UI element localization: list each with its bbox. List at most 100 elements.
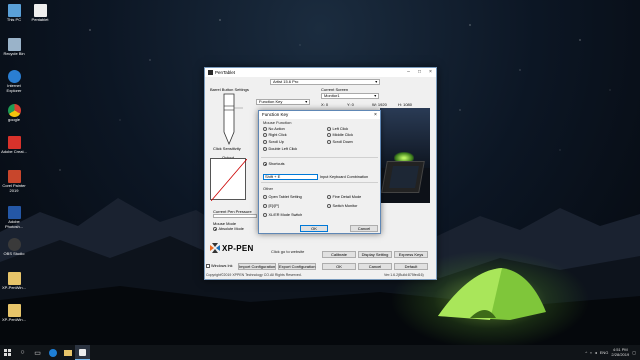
clock[interactable]: 4:51 PM 2/28/2019 [611,347,629,357]
input-keyboard-hint: Input Keyboard Combination [320,175,369,179]
task-view-icon[interactable]: ▭ [30,345,45,360]
chrome-icon [7,104,21,117]
desktop-icon-adobe-creative[interactable]: Adobe Creat... [0,136,28,155]
close-icon[interactable]: × [425,68,436,77]
minimize-icon[interactable]: – [403,68,414,77]
desktop-icon-google[interactable]: google [0,104,28,123]
absolute-mode-radio[interactable]: Absolute Mode [213,227,244,231]
option-middle-click[interactable]: Middle Click [327,133,353,137]
default-button[interactable]: Default [394,263,428,270]
chevron-down-icon: ▼ [374,80,378,84]
dialog-ok-button[interactable]: OK [300,225,328,232]
website-link[interactable]: Click go to website [271,249,304,254]
desktop-icon-this-pc[interactable]: This PC [0,4,28,23]
click-sensitivity-label: Click Sensitivity [213,146,241,151]
computer-icon [7,4,21,17]
pentablet-taskbar-icon[interactable] [75,345,90,360]
express-keys-button[interactable]: Express Keys [394,251,428,258]
dialog-cancel-button[interactable]: Cancel [350,225,378,232]
radio-button [327,133,331,137]
notifications-icon[interactable]: ▢ [632,350,636,355]
taskbar: ○ ▭ ^ ▪ ◂ ENG 4:51 PM 2/28/2019 ▢ [0,345,640,360]
option-no-action[interactable]: No Action [263,127,285,131]
calibrate-button[interactable]: Calibrate [322,251,356,258]
x-coordinate: X: 0 [321,102,329,107]
option-scroll-down[interactable]: Scroll Down [327,140,353,144]
adobe-icon [7,136,21,149]
radio-button [263,147,267,151]
option-open-tablet-setting[interactable]: Open Tablet Setting [263,195,302,199]
chevron-down-icon: ▼ [373,94,377,98]
shortcut-input[interactable]: Shift + E [263,174,318,180]
network-icon[interactable]: ▪ [590,350,591,355]
monitor-select[interactable]: Monitor1 ▼ [321,93,379,99]
desktop-icon-internet-explorer[interactable]: Internet Explorer [0,70,28,93]
edge-icon[interactable] [45,345,60,360]
show-hidden-icons-icon[interactable]: ^ [585,350,587,355]
tablet-illustration [381,161,425,193]
import-configuration-button[interactable]: Import Configuration [238,263,276,270]
copyright-text: Copyright©2019 XPPEN Technology CO.All R… [206,273,302,277]
radio-button [327,195,331,199]
desktop-icon-recycle-bin[interactable]: Recycle Bin [0,38,28,57]
option-fine-detail-mode[interactable]: Fine Detail Mode [327,195,361,199]
dialog-titlebar[interactable]: Function Key [259,111,380,119]
radio-button [327,204,331,208]
radio-button [263,204,267,208]
photoshop-icon [7,206,21,219]
pentablet-app-icon [208,70,213,75]
chevron-down-icon: ▼ [304,100,308,104]
height-value: H: 1080 [398,102,413,107]
display-setting-button[interactable]: Display Setting [358,251,392,258]
export-configuration-button[interactable]: Export Configuration [278,263,316,270]
radio-button [327,127,331,131]
option-mode-switch[interactable]: XL/ER Mode Switch [263,213,302,217]
option-shortcuts[interactable]: Shortcuts [263,162,285,166]
file-explorer-icon[interactable] [60,345,75,360]
desktop-icon-pentablet[interactable]: Pentablet [26,4,54,23]
divider [261,182,378,183]
width-value: W: 1920 [372,102,387,107]
option-right-click[interactable]: Right Click [263,133,287,137]
desktop-icon-xppen-installer-2[interactable]: XP-PenWin... [0,304,28,323]
start-button[interactable] [0,345,15,360]
windows-ink-checkbox[interactable]: Windows Ink [206,264,233,268]
device-select[interactable]: Artist 15.6 Pro ▼ [270,79,380,85]
version-text: Ver:1.6.2(Build:875fed16) [384,273,424,277]
desktop-icon-obs-studio[interactable]: OBS Studio [0,238,28,257]
option-scroll-up[interactable]: Scroll Up [263,140,284,144]
pen-pressure-bar [213,214,257,218]
windows-logo-icon [4,349,11,356]
desktop-icon-xppen-installer-1[interactable]: XP-PenWin... [0,272,28,291]
option-eraser-pen[interactable]: [E]/[P] [263,204,279,208]
system-tray: ^ ▪ ◂ ENG 4:51 PM 2/28/2019 ▢ [585,345,636,360]
current-screen-label: Current Screen [321,87,349,92]
radio-button [263,213,267,217]
maximize-icon[interactable]: □ [414,68,425,77]
search-icon[interactable]: ○ [15,345,30,360]
radio-button [327,140,331,144]
folder-icon [7,304,21,317]
option-switch-monitor[interactable]: Switch Monitor [327,204,357,208]
language-indicator[interactable]: ENG [600,350,609,355]
radio-button [263,162,267,166]
close-icon[interactable]: × [371,111,380,119]
radio-button [263,140,267,144]
cancel-button[interactable]: Cancel [358,263,392,270]
mouse-mode-label: Mouse Mode [213,221,237,226]
option-double-left-click[interactable]: Double Left Click [263,147,297,151]
recycle-bin-icon [7,38,21,51]
radio-button [213,227,217,231]
xppen-logo: XP-PEN [210,242,270,254]
pentablet-icon [33,4,47,17]
volume-icon[interactable]: ◂ [595,350,597,355]
ok-button[interactable]: OK [322,263,356,270]
pressure-curve[interactable] [210,158,248,202]
desktop-icon-corel-painter[interactable]: Corel Painter 2019 [0,170,28,193]
radio-button [263,195,267,199]
xppen-mark-icon [210,243,220,253]
window-titlebar[interactable]: PenTablet – □ × [205,68,436,77]
barrel-function-select[interactable]: Function Key ▼ [256,99,310,105]
option-left-click[interactable]: Left Click [327,127,348,131]
desktop-icon-photoshop[interactable]: Adobe Photosh... [0,206,28,229]
